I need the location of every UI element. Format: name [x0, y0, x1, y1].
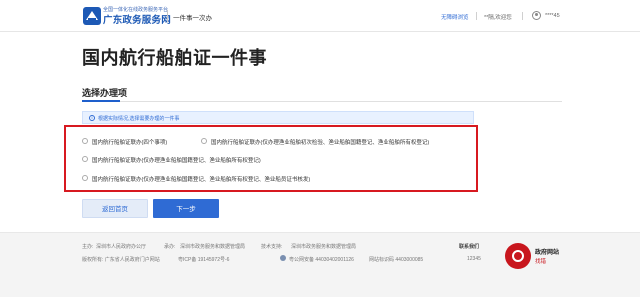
section-divider-accent	[82, 100, 120, 102]
accessibility-link[interactable]: 无障碍浏览	[441, 13, 469, 21]
next-step-button[interactable]: 下一步	[153, 199, 219, 218]
police-record[interactable]: 粤公网安备 44030402001126	[289, 256, 354, 263]
tip-text: 根据实际情况,选择需要办理的一件事	[98, 116, 180, 122]
section-title: 选择办理项	[82, 88, 128, 98]
contact-label[interactable]: 联系我们	[459, 243, 479, 250]
gov-badge-title: 政府网站	[535, 250, 560, 256]
user-name[interactable]: ****45	[545, 13, 560, 19]
site-slogan: 一件事一次办	[173, 15, 212, 22]
tech-name: 深圳市政务服务和数据管理局	[291, 244, 357, 250]
tip-banner: i 根据实际情况,选择需要办理的一件事	[82, 111, 474, 124]
organizer-name: 深圳市政务服务和数据管理局	[180, 244, 246, 250]
radio-button[interactable]	[82, 156, 88, 162]
option-label[interactable]: 国内航行船舶证联办(仅办理渔业船舶初次检验、渔业船舶国籍登记、渔业船舶所有权登记…	[211, 138, 429, 146]
radio-button[interactable]	[201, 138, 207, 144]
tech-label: 技术支持:	[261, 244, 283, 250]
gov-website-badge[interactable]: 政府网站 找错	[505, 241, 560, 273]
government-emblem-icon[interactable]	[82, 6, 102, 26]
option-label[interactable]: 国内航行船舶证联办(四个事项)	[92, 138, 167, 146]
icp-record[interactable]: 粤ICP备 19145972号-6	[178, 256, 229, 263]
radio-button[interactable]	[82, 138, 88, 144]
police-badge-icon	[280, 255, 286, 261]
organizer-label: 承办:	[164, 244, 176, 250]
site-name[interactable]: 广东政务服务网	[103, 12, 171, 26]
logo-divider	[167, 10, 168, 22]
gov-badge-subtitle: 找错	[535, 259, 547, 265]
site-header: 全国一体化在线政务服务平台 广东政务服务网 一件事一次办 无障碍浏览 **隔,欢…	[0, 0, 640, 32]
location-greeting[interactable]: **隔,欢迎您	[484, 13, 512, 21]
user-icon[interactable]	[532, 11, 541, 20]
back-home-button[interactable]: 返回首页	[82, 199, 148, 218]
header-divider	[522, 12, 523, 20]
info-icon: i	[89, 115, 95, 121]
contact-number: 12345	[467, 256, 481, 262]
site-code: 网站标识码 4403000085	[369, 257, 424, 263]
option-label[interactable]: 国内航行船舶证联办(仅办理渔业船舶国籍登记、渔业船舶所有权登记、渔业船员证书核发…	[92, 175, 310, 183]
copyright-text: 版权所有: 广东省人民政府门户网站	[82, 257, 160, 263]
gov-badge-icon	[505, 243, 531, 269]
site-footer: 主办: 深圳市人民政府办公厅 承办: 深圳市政务服务和数据管理局 技术支持: 深…	[0, 232, 640, 297]
section-divider	[82, 101, 562, 102]
option-label[interactable]: 国内航行船舶证联办(仅办理渔业船舶国籍登记、渔业船舶所有权登记)	[92, 156, 261, 164]
host-name: 深圳市人民政府办公厅	[96, 244, 147, 250]
header-divider	[476, 12, 477, 20]
page-title: 国内航行船舶证一件事	[82, 48, 267, 68]
host-label: 主办:	[82, 244, 94, 250]
radio-button[interactable]	[82, 175, 88, 181]
